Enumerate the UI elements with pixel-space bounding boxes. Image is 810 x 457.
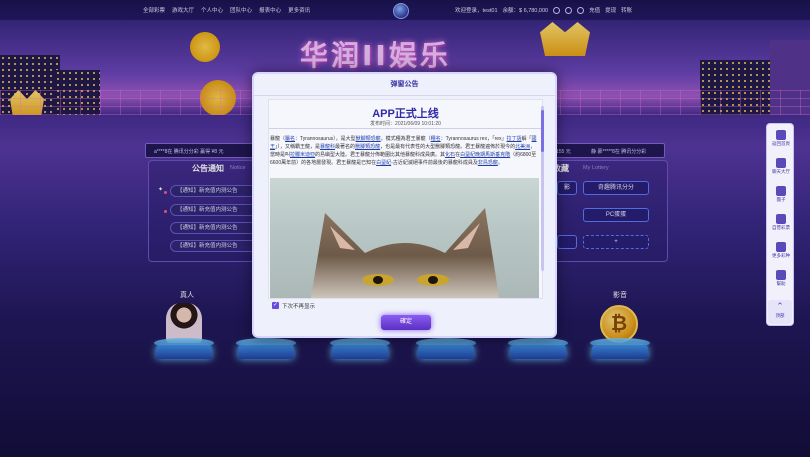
more-icon xyxy=(776,242,786,252)
chat-icon xyxy=(776,158,786,168)
body-link[interactable]: 白堊紀 xyxy=(376,160,391,166)
announcement-content[interactable]: APP正式上线 发布时间：2021/06/09 10:01:20 暴龍（屬名：T… xyxy=(268,99,543,299)
cat-photo xyxy=(270,178,539,298)
body-link[interactable]: 暴龍科 xyxy=(320,144,335,150)
body-link[interactable]: 拉臘米迪亞 xyxy=(290,152,315,158)
scrollbar-thumb[interactable] xyxy=(541,110,544,152)
body-link[interactable]: 獸腳類恐龍 xyxy=(356,136,381,142)
announcement-body: 暴龍（屬名：Tyrannosaurus），是大型獸腳類恐龍，模式種為君王暴龍（種… xyxy=(270,136,537,166)
divider xyxy=(269,128,542,129)
body-link[interactable]: 種名 xyxy=(431,136,441,142)
lottery-icon xyxy=(776,214,786,224)
body-link[interactable]: 北美洲 xyxy=(515,144,530,150)
sidebar-item-chat[interactable]: 聊天大厅 xyxy=(767,158,795,175)
right-sidebar: 返回首頁 聊天大厅 團子 自营彩票 更多彩种 幫助 xyxy=(766,123,794,326)
body-link[interactable]: 拉丁語 xyxy=(507,136,522,142)
body-link[interactable]: 屬名 xyxy=(285,136,295,142)
sidebar-item-more[interactable]: 更多彩种 xyxy=(767,242,795,259)
back-to-top-button[interactable]: ⌃ 顶部 xyxy=(768,300,792,324)
home-icon xyxy=(776,130,786,140)
sidebar-item-home[interactable]: 返回首頁 xyxy=(767,130,795,147)
help-icon xyxy=(776,270,786,280)
sidebar-item-group[interactable]: 團子 xyxy=(767,186,795,203)
confirm-button[interactable]: 確定 xyxy=(381,315,431,330)
content-scrollbar[interactable] xyxy=(541,106,544,271)
announcement-time: 发布时间：2021/06/09 10:01:20 xyxy=(370,121,441,127)
chevron-up-icon: ⌃ xyxy=(776,301,784,311)
dont-show-label[interactable]: 下次不再显示 xyxy=(282,302,315,310)
body-link[interactable]: 非鳥恐龍 xyxy=(478,160,498,166)
announcement-title: APP正式上线 xyxy=(372,108,439,120)
dont-show-checkbox[interactable]: ✓ xyxy=(272,302,279,309)
modal-header: 弹窗公告 xyxy=(254,74,555,96)
sidebar-item-help[interactable]: 幫助 xyxy=(767,270,795,287)
group-icon xyxy=(776,186,786,196)
body-link[interactable]: 獸腳類恐龍 xyxy=(355,144,380,150)
cat-photo-graphic xyxy=(310,208,500,298)
body-link[interactable]: 化石 xyxy=(445,152,455,158)
announcement-modal: 弹窗公告 APP正式上线 发布时间：2021/06/09 10:01:20 暴龍… xyxy=(252,72,557,338)
body-link[interactable]: 白堊紀晚期馬斯垂克階 xyxy=(460,152,510,158)
sidebar-item-lottery[interactable]: 自营彩票 xyxy=(767,214,795,231)
